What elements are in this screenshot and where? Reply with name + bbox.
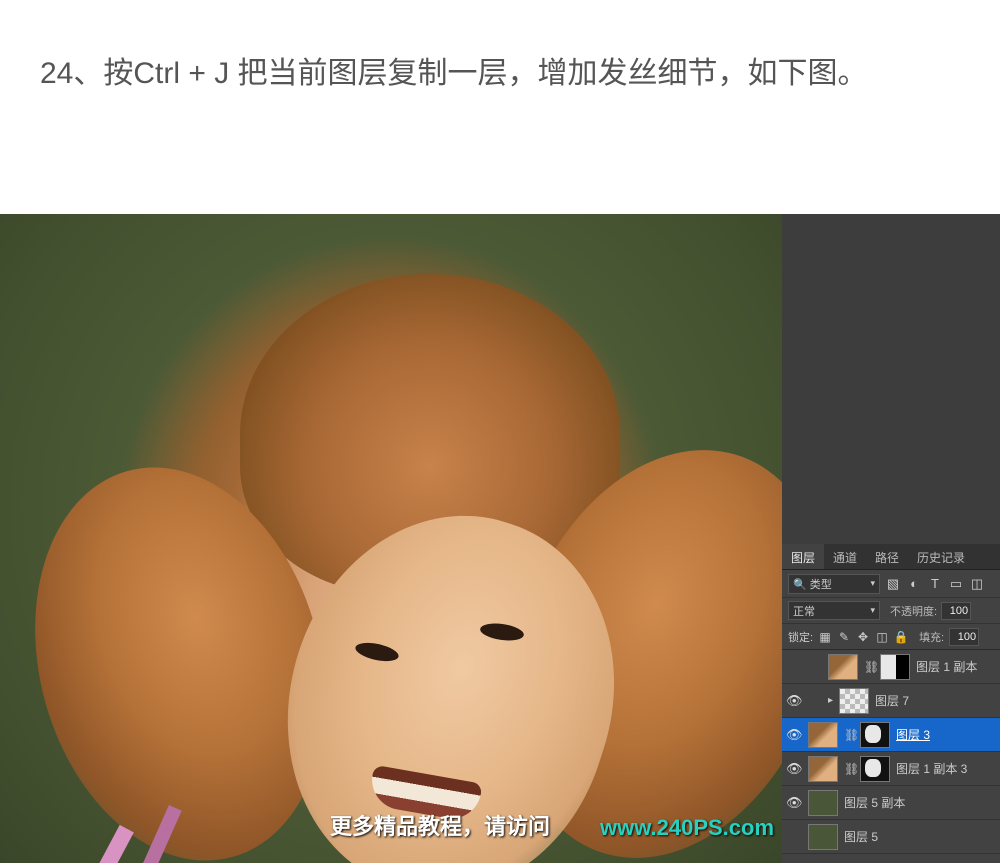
visibility-toggle[interactable]: 👁: [786, 727, 802, 743]
layer-name[interactable]: 图层 3: [896, 726, 930, 743]
watermark-label: 更多精品教程，请访问: [330, 809, 550, 841]
opacity-input[interactable]: [941, 602, 971, 620]
portrait-image: [0, 214, 782, 863]
filter-kind-select[interactable]: 🔍 类型 ▾: [788, 574, 880, 594]
tab-history[interactable]: 历史记录: [908, 544, 974, 569]
visibility-toggle[interactable]: 👁: [786, 795, 802, 811]
lock-all-icon[interactable]: ▦: [818, 630, 832, 644]
layer-name[interactable]: 图层 1 副本 3: [896, 760, 967, 777]
blend-mode-row: 正常 ▾ 不透明度:: [782, 598, 1000, 624]
layer-name[interactable]: 图层 7: [875, 692, 909, 709]
tutorial-step-text: 24、按Ctrl + J 把当前图层复制一层，增加发丝细节，如下图。: [0, 0, 1000, 138]
workspace-dark-area: [782, 214, 1000, 544]
layers-panel: 图层 通道 路径 历史记录 🔍 类型 ▾ ▧ ◐ T ▭ ◫ 正常 ▾ 不透明: [782, 544, 1000, 863]
visibility-toggle[interactable]: 👁: [786, 693, 802, 709]
layer-thumbnail[interactable]: [808, 756, 838, 782]
filter-pixel-icon[interactable]: ▧: [886, 577, 900, 591]
layer-mask-thumbnail[interactable]: [860, 722, 890, 748]
visibility-toggle[interactable]: 👁: [786, 829, 802, 845]
tab-layers[interactable]: 图层: [782, 544, 824, 569]
layer-thumbnail[interactable]: [808, 824, 838, 850]
link-icon: ⛓: [844, 728, 854, 742]
blend-mode-select[interactable]: 正常 ▾: [788, 601, 880, 620]
tab-paths[interactable]: 路径: [866, 544, 908, 569]
fill-label: 填充:: [919, 629, 944, 645]
filter-type-icon[interactable]: T: [928, 577, 942, 591]
layer-thumbnail[interactable]: [808, 790, 838, 816]
layer-row[interactable]: 👁 ⛓ 图层 1 副本 3: [782, 752, 1000, 786]
layer-mask-thumbnail[interactable]: [880, 654, 910, 680]
layer-thumbnail[interactable]: [828, 654, 858, 680]
chevron-down-icon: ▾: [870, 605, 875, 616]
layer-mask-thumbnail[interactable]: [860, 756, 890, 782]
layer-name[interactable]: 图层 5 副本: [844, 794, 905, 811]
link-icon: ⛓: [864, 660, 874, 674]
layer-row[interactable]: 👁 ⛓ 图层 1 副本: [782, 650, 1000, 684]
filter-shape-icon[interactable]: ▭: [949, 577, 963, 591]
canvas-preview: 更多精品教程，请访问 www.240PS.com PS爱好者 图层 通道 路径 …: [0, 214, 1000, 863]
layer-name[interactable]: 图层 1 副本: [916, 658, 977, 675]
lock-pixel-icon[interactable]: ✎: [837, 630, 851, 644]
chevron-down-icon: ▾: [870, 578, 875, 589]
layer-row[interactable]: 👁 图层 5 副本: [782, 786, 1000, 820]
layer-name[interactable]: 图层 5: [844, 828, 878, 845]
layers-list: 👁 ⛓ 图层 1 副本 👁 ▸ 图层 7 👁 ⛓ 图层 3: [782, 650, 1000, 863]
lock-artboard-icon[interactable]: ◫: [875, 630, 889, 644]
lock-row: 锁定: ▦ ✎ ✥ ◫ 🔒 填充:: [782, 624, 1000, 650]
opacity-label: 不透明度:: [890, 603, 937, 619]
filter-smart-icon[interactable]: ◫: [970, 577, 984, 591]
link-icon: ⛓: [844, 762, 854, 776]
layer-filter-row: 🔍 类型 ▾ ▧ ◐ T ▭ ◫: [782, 570, 1000, 598]
layer-row[interactable]: 👁 图层 5: [782, 820, 1000, 854]
lock-icon[interactable]: 🔒: [894, 630, 908, 644]
group-arrow-icon[interactable]: ▸: [828, 695, 833, 706]
layer-thumbnail[interactable]: [839, 688, 869, 714]
layer-thumbnail[interactable]: [808, 722, 838, 748]
lock-label: 锁定:: [788, 629, 813, 645]
watermark-url: www.240PS.com: [600, 815, 774, 841]
panel-tabs: 图层 通道 路径 历史记录: [782, 544, 1000, 570]
filter-adjust-icon[interactable]: ◐: [907, 577, 921, 591]
layer-row[interactable]: 👁 ▸ 图层 7: [782, 684, 1000, 718]
visibility-toggle[interactable]: 👁: [786, 659, 802, 675]
fill-input[interactable]: [949, 628, 979, 646]
layer-row[interactable]: 👁 ⛓ 图层 3: [782, 718, 1000, 752]
tab-channels[interactable]: 通道: [824, 544, 866, 569]
visibility-toggle[interactable]: 👁: [786, 761, 802, 777]
lock-position-icon[interactable]: ✥: [856, 630, 870, 644]
